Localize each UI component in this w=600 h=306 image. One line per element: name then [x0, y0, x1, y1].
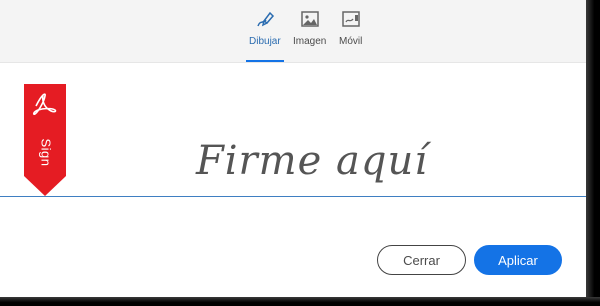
tab-image[interactable]: Imagen [293, 8, 326, 62]
tab-mobile[interactable]: Móvil [339, 8, 362, 62]
tab-image-label: Imagen [293, 36, 327, 47]
signature-method-tabs: Dibujar Imagen Móvil [0, 0, 586, 63]
sign-tag-text: Sign [38, 137, 54, 167]
tab-mobile-label: Móvil [339, 36, 363, 47]
window-shadow-right [586, 0, 600, 306]
signature-dialog: Dibujar Imagen Móvil Sign Firme aquí Cer… [0, 0, 586, 297]
signature-baseline [0, 196, 586, 197]
image-icon [300, 11, 319, 27]
tab-draw[interactable]: Dibujar [246, 8, 284, 62]
apply-button[interactable]: Aplicar [474, 245, 562, 275]
tab-draw-label: Dibujar [249, 36, 281, 47]
mobile-icon [341, 11, 360, 27]
pen-draw-icon [257, 11, 274, 27]
signature-placeholder: Firme aquí [196, 138, 428, 184]
window-shadow-bottom [0, 297, 600, 306]
close-button[interactable]: Cerrar [377, 245, 466, 275]
